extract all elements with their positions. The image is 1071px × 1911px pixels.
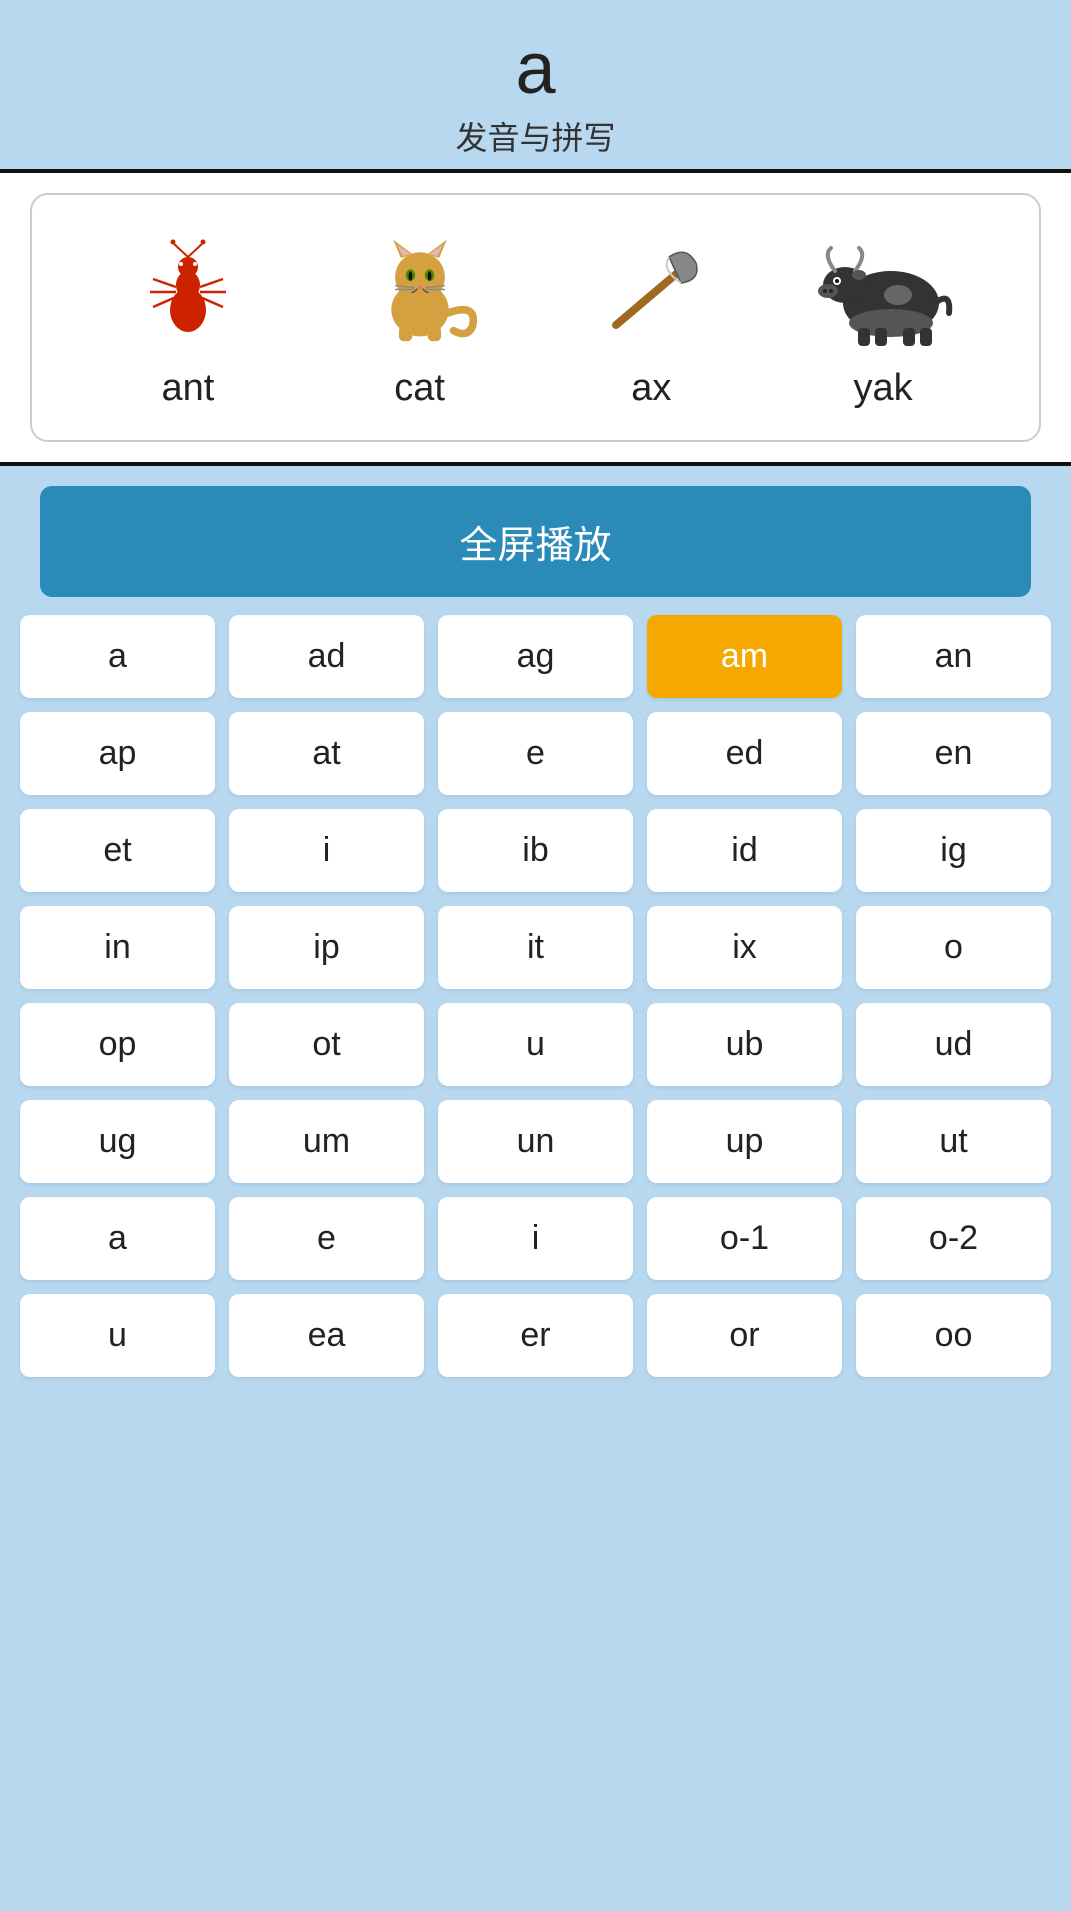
grid-btn-ap-5[interactable]: ap [20,712,215,795]
word-cat: cat [340,225,500,410]
grid-btn-in-15[interactable]: in [20,906,215,989]
grid-btn-at-6[interactable]: at [229,712,424,795]
ax-label: ax [631,367,671,410]
fullscreen-btn-area: 全屏播放 [0,466,1071,597]
grid-btn-up-28[interactable]: up [647,1100,842,1183]
yak-image [803,225,963,355]
grid-btn-ed-8[interactable]: ed [647,712,842,795]
grid-btn-it-17[interactable]: it [438,906,633,989]
grid-btn-ip-16[interactable]: ip [229,906,424,989]
grid-btn-ag-2[interactable]: ag [438,615,633,698]
grid-btn-oo-39[interactable]: oo [856,1294,1051,1377]
grid-btn-ot-21[interactable]: ot [229,1003,424,1086]
grid-btn-a-30[interactable]: a [20,1197,215,1280]
grid-btn-u-22[interactable]: u [438,1003,633,1086]
ax-image [571,225,731,355]
grid-btn-en-9[interactable]: en [856,712,1051,795]
grid-btn-un-27[interactable]: un [438,1100,633,1183]
grid-btn-ad-1[interactable]: ad [229,615,424,698]
ant-label: ant [161,367,214,410]
grid-btn-et-10[interactable]: et [20,809,215,892]
cat-label: cat [394,367,445,410]
grid-btn-o-1-33[interactable]: o-1 [647,1197,842,1280]
page-header: a 发音与拼写 [0,0,1071,169]
grid-btn-id-13[interactable]: id [647,809,842,892]
grid-btn-o-2-34[interactable]: o-2 [856,1197,1051,1280]
grid-btn-or-38[interactable]: or [647,1294,842,1377]
word-ant: ant [108,225,268,410]
grid-btn-ud-24[interactable]: ud [856,1003,1051,1086]
grid-btn-ig-14[interactable]: ig [856,809,1051,892]
grid-btn-op-20[interactable]: op [20,1003,215,1086]
word-ax: ax [571,225,731,410]
page-subtitle: 发音与拼写 [0,113,1071,159]
grid-btn-o-19[interactable]: o [856,906,1051,989]
grid-btn-um-26[interactable]: um [229,1100,424,1183]
ant-image [108,225,268,355]
grid-btn-ut-29[interactable]: ut [856,1100,1051,1183]
grid-btn-ix-18[interactable]: ix [647,906,842,989]
grid-btn-e-7[interactable]: e [438,712,633,795]
grid-btn-ib-12[interactable]: ib [438,809,633,892]
grid-btn-er-37[interactable]: er [438,1294,633,1377]
fullscreen-button[interactable]: 全屏播放 [40,486,1031,597]
grid-btn-i-11[interactable]: i [229,809,424,892]
grid-btn-a-0[interactable]: a [20,615,215,698]
flash-card-container: ant [0,169,1071,466]
cat-image [340,225,500,355]
grid-btn-ea-36[interactable]: ea [229,1294,424,1377]
grid-btn-ub-23[interactable]: ub [647,1003,842,1086]
syllable-grid: aadagamanapateedenetiibidiginipitixoopot… [0,597,1071,1387]
page-letter: a [0,30,1071,109]
grid-btn-am-3[interactable]: am [647,615,842,698]
grid-btn-an-4[interactable]: an [856,615,1051,698]
word-yak: yak [803,225,963,410]
grid-btn-ug-25[interactable]: ug [20,1100,215,1183]
yak-label: yak [854,367,913,410]
flash-card: ant [30,193,1041,442]
grid-btn-e-31[interactable]: e [229,1197,424,1280]
grid-btn-i-32[interactable]: i [438,1197,633,1280]
grid-btn-u-35[interactable]: u [20,1294,215,1377]
